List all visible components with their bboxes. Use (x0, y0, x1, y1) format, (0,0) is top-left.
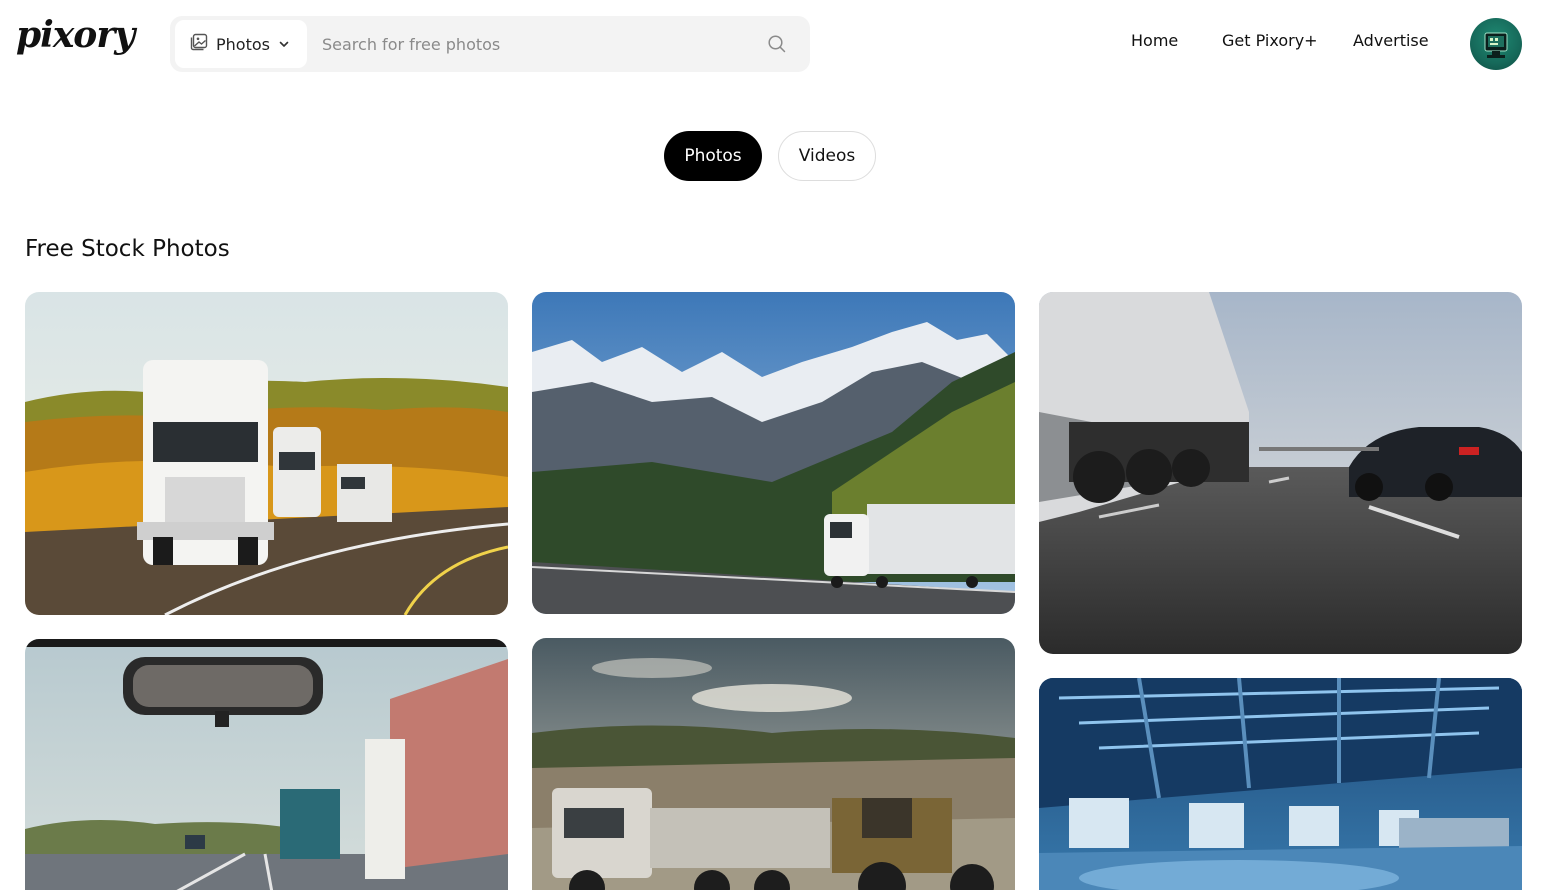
photo-card-warehouse[interactable] (1039, 678, 1522, 890)
logo[interactable]: pixory (16, 14, 135, 56)
photo-highway-car (1039, 292, 1522, 654)
photo-card-construction[interactable] (532, 638, 1015, 890)
photo-card-container-truck[interactable] (25, 639, 508, 890)
header: pixory Photos Home Get Pixory+ Advertise (0, 0, 1545, 88)
photo-warehouse (1039, 678, 1522, 890)
nav-advertise-link[interactable]: Advertise (1353, 31, 1429, 55)
photo-container-truck (25, 639, 508, 890)
search-input[interactable] (322, 24, 752, 64)
tab-photos[interactable]: Photos (664, 131, 762, 181)
section-title: Free Stock Photos (25, 236, 230, 262)
search-bar: Photos (170, 16, 810, 72)
nav-get-pixory-plus-link[interactable]: Get Pixory+ (1222, 31, 1318, 55)
photo-trucks-on-road (25, 292, 508, 615)
photo-card-trucks-on-road[interactable] (25, 292, 508, 615)
chevron-down-icon (278, 35, 290, 54)
photo-card-highway-car[interactable] (1039, 292, 1522, 654)
nav-home-link[interactable]: Home (1131, 31, 1178, 55)
avatar[interactable] (1470, 18, 1522, 70)
photo-card-mountain-truck[interactable] (532, 292, 1015, 614)
photo-mountain-truck (532, 292, 1015, 614)
photo-construction (532, 638, 1015, 890)
search-icon[interactable] (767, 34, 787, 54)
search-type-dropdown[interactable]: Photos (175, 20, 307, 68)
tab-videos[interactable]: Videos (778, 131, 876, 181)
search-type-label: Photos (216, 34, 270, 54)
image-icon (190, 33, 208, 55)
media-type-tabs: Photos Videos (664, 131, 876, 181)
